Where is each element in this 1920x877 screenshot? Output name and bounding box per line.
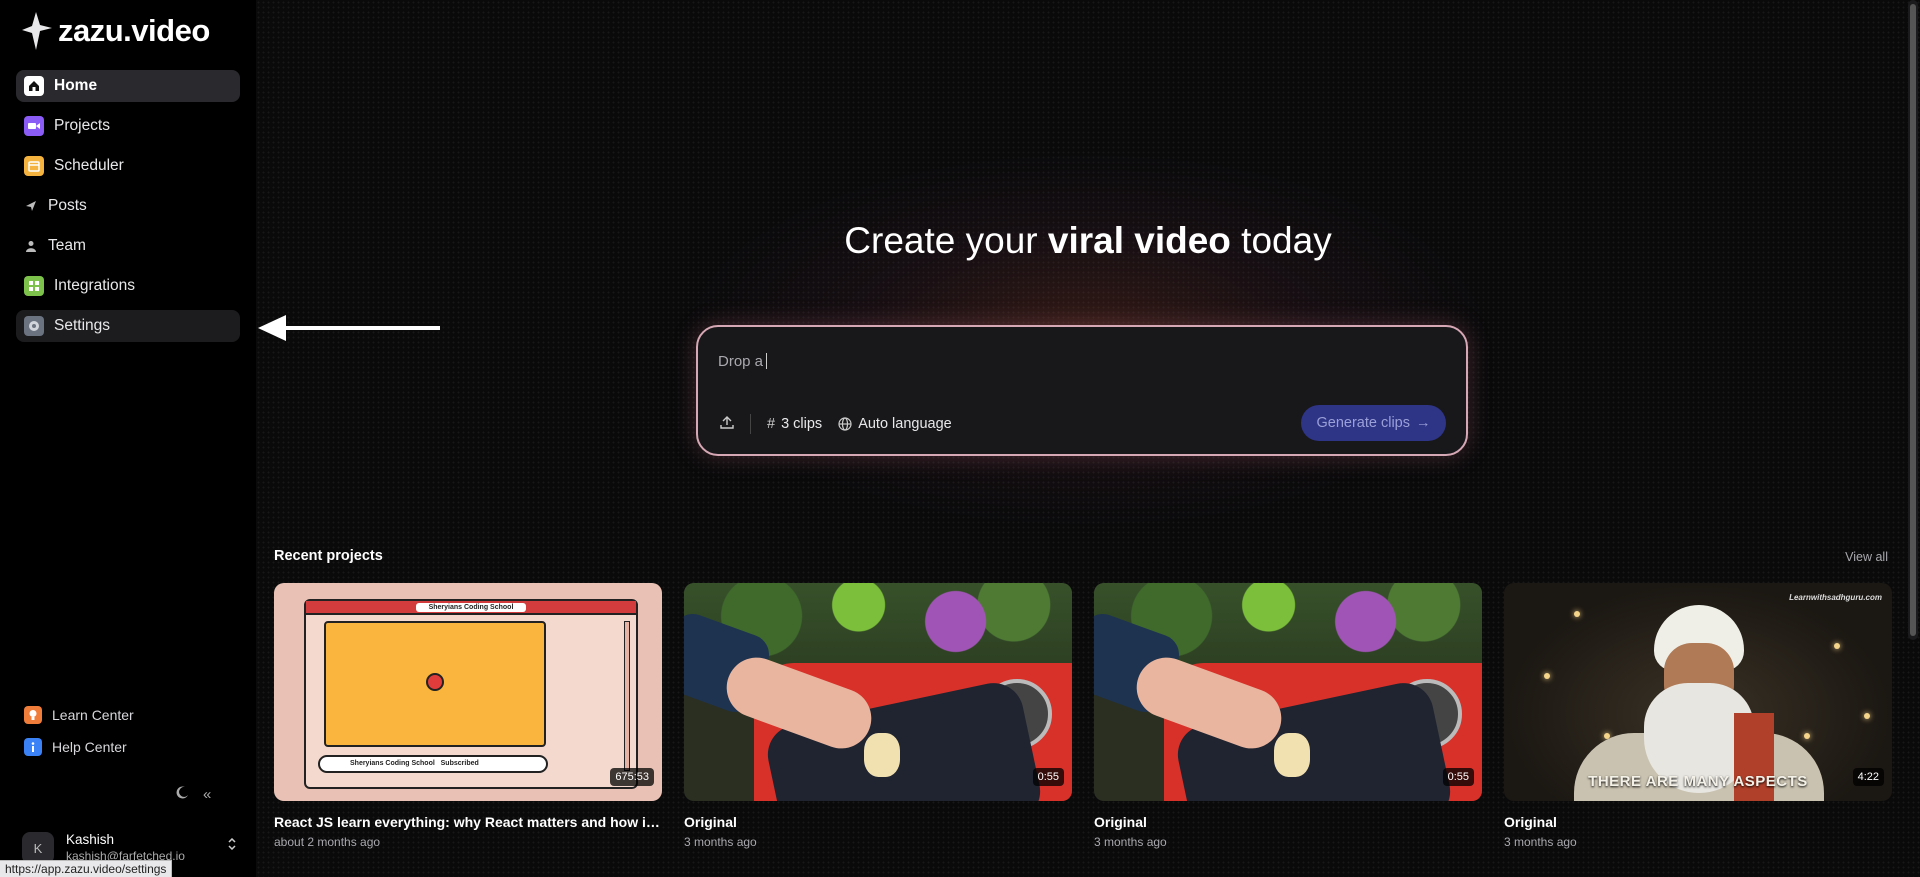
sidebar-nav: Home Projects Scheduler Posts Team Integ… [16, 70, 240, 350]
clips-count-button[interactable]: # 3 clips [767, 416, 822, 432]
collapse-sidebar-icon[interactable]: « [203, 786, 211, 803]
brand-logo[interactable]: zazu.video [22, 12, 210, 50]
brand-name: zazu.video [58, 13, 210, 48]
calendar-icon [24, 156, 44, 176]
sidebar-item-label: Home [54, 77, 98, 94]
project-title[interactable]: Original [1094, 814, 1482, 830]
status-bar-url: https://app.zazu.video/settings [0, 860, 173, 877]
arrow-right-icon: → [1416, 415, 1431, 431]
help-center-label: Help Center [52, 739, 127, 755]
video-url-input[interactable]: Drop a [718, 353, 768, 370]
video-caption: THERE ARE MANY ASPECTS [1588, 773, 1808, 790]
duration-badge: 0:55 [1032, 768, 1064, 786]
sidebar-item-label: Posts [48, 197, 87, 214]
project-title[interactable]: Original [684, 814, 1072, 830]
duration-badge: 4:22 [1852, 768, 1884, 786]
duration-badge: 0:55 [1442, 768, 1474, 786]
recent-projects-heading: Recent projects [274, 548, 383, 564]
project-thumbnail[interactable]: 0:55 [684, 583, 1072, 801]
sidebar-item-team[interactable]: Team [16, 230, 240, 262]
user-name: Kashish [66, 832, 115, 847]
duration-badge: 675:53 [610, 768, 654, 786]
sidebar-item-settings[interactable]: Settings [16, 310, 240, 342]
toolbar-divider [750, 414, 751, 434]
chevron-up-down-icon[interactable] [228, 837, 236, 853]
project-card[interactable]: Sheryians Coding School Sheryians Coding… [274, 583, 662, 849]
sidebar-item-scheduler[interactable]: Scheduler [16, 150, 240, 182]
sidebar-item-label: Integrations [54, 277, 135, 294]
generate-clips-button[interactable]: Generate clips → [1301, 405, 1446, 441]
sidebar-item-posts[interactable]: Posts [16, 190, 240, 222]
sidebar-item-projects[interactable]: Projects [16, 110, 240, 142]
lightbulb-icon [24, 706, 42, 724]
language-select[interactable]: Auto language [838, 416, 952, 432]
project-title[interactable]: React JS learn everything: why React mat… [274, 814, 662, 830]
learn-center-link[interactable]: Learn Center [16, 702, 240, 728]
project-card[interactable]: 0:55 Original 3 months ago [1094, 583, 1482, 849]
gear-icon [24, 316, 44, 336]
view-all-link[interactable]: View all [1845, 550, 1888, 564]
upload-icon[interactable] [720, 415, 734, 433]
main-content: Create your viral video today Drop a # 3… [256, 0, 1920, 877]
sidebar: zazu.video Home Projects Scheduler Posts [0, 0, 256, 877]
project-thumbnail[interactable]: 0:55 [1094, 583, 1482, 801]
project-time: about 2 months ago [274, 835, 381, 849]
globe-icon [838, 417, 852, 431]
play-icon [426, 673, 444, 691]
prompt-box: Drop a # 3 clips Auto language Generate … [696, 325, 1468, 456]
moon-icon[interactable] [176, 786, 189, 803]
hash-icon: # [767, 416, 776, 432]
sidebar-item-integrations[interactable]: Integrations [16, 270, 240, 302]
sidebar-item-label: Settings [54, 317, 111, 334]
recent-projects-list: Sheryians Coding School Sheryians Coding… [274, 583, 1892, 849]
home-icon [24, 76, 44, 96]
project-title[interactable]: Original [1504, 814, 1892, 830]
annotation-arrow-icon [258, 315, 440, 341]
page-title: Create your viral video today [844, 220, 1332, 261]
user-icon [24, 236, 38, 256]
watermark: Learnwithsadhguru.com [1789, 593, 1882, 602]
project-card[interactable]: 0:55 Original 3 months ago [684, 583, 1072, 849]
project-thumbnail[interactable]: Sheryians Coding School Sheryians Coding… [274, 583, 662, 801]
project-thumbnail[interactable]: Learnwithsadhguru.com THERE ARE MANY ASP… [1504, 583, 1892, 801]
sidebar-item-label: Scheduler [54, 157, 124, 174]
puzzle-icon [24, 276, 44, 296]
project-time: 3 months ago [1504, 835, 1577, 849]
video-camera-icon [24, 116, 44, 136]
paper-plane-icon [24, 196, 38, 216]
scrollbar[interactable] [1908, 0, 1918, 640]
zazu-logo-icon [22, 12, 52, 50]
sidebar-item-label: Team [48, 237, 86, 254]
sidebar-controls: « [176, 786, 211, 803]
sidebar-bottom-links: Learn Center Help Center [16, 702, 240, 766]
learn-center-label: Learn Center [52, 707, 134, 723]
sidebar-item-label: Projects [54, 117, 110, 134]
sidebar-item-home[interactable]: Home [16, 70, 240, 102]
project-card[interactable]: Learnwithsadhguru.com THERE ARE MANY ASP… [1504, 583, 1892, 849]
project-time: 3 months ago [684, 835, 757, 849]
help-center-link[interactable]: Help Center [16, 734, 240, 760]
info-icon [24, 738, 42, 756]
project-time: 3 months ago [1094, 835, 1167, 849]
